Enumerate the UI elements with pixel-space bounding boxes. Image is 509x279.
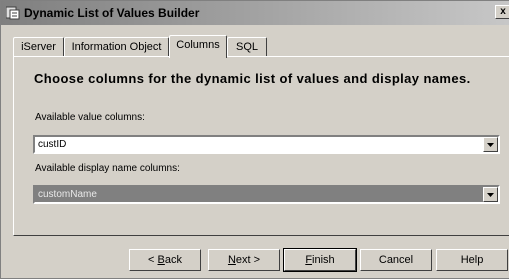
close-button[interactable]: x [495,5,509,19]
chevron-down-icon [487,143,494,147]
panel-heading: Choose columns for the dynamic list of v… [34,71,471,86]
next-button-accel: N [227,254,236,266]
tab-strip: iServer Information Object Columns SQL [13,35,503,58]
display-columns-selected: customName [38,189,97,200]
value-columns-select[interactable]: custID [33,135,500,154]
back-button[interactable]: < Back [129,249,201,271]
title-bar[interactable]: Dynamic List of Values Builder x [1,1,509,25]
cancel-button[interactable]: Cancel [360,249,432,271]
columns-panel: Choose columns for the dynamic list of v… [13,56,509,236]
tab-columns[interactable]: Columns [169,35,227,58]
back-button-suffix: ack [164,254,182,266]
app-icon [6,6,20,20]
display-columns-dropdown-button[interactable] [483,187,498,202]
finish-button-suffix: inish [312,254,335,266]
value-columns-label: Available value columns: [35,112,145,123]
back-button-prefix: < [148,254,158,266]
display-columns-select[interactable]: customName [33,185,500,204]
tab-sql[interactable]: SQL [227,37,267,57]
next-button-suffix: ext > [235,254,261,266]
value-columns-dropdown-button[interactable] [483,137,498,152]
window-title: Dynamic List of Values Builder [24,6,200,20]
tab-information-object[interactable]: Information Object [64,37,169,57]
dialog-window: Dynamic List of Values Builder x iServer… [0,0,509,279]
close-icon: x [500,6,506,17]
chevron-down-icon [487,193,494,197]
back-button-accel: B [157,254,165,266]
value-columns-selected: custID [38,139,67,150]
tab-iserver[interactable]: iServer [13,37,64,57]
finish-button[interactable]: Finish [283,248,357,272]
help-button[interactable]: Help [436,249,508,271]
next-button[interactable]: Next > [208,249,280,271]
display-columns-label: Available display name columns: [35,163,180,174]
